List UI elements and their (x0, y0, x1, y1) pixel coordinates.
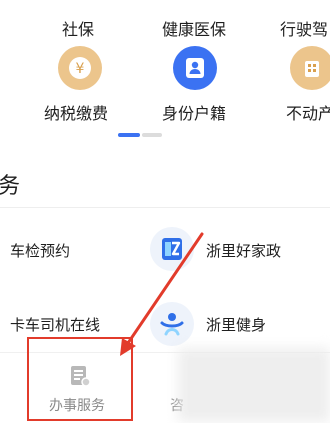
annotation-arrow (120, 232, 204, 356)
